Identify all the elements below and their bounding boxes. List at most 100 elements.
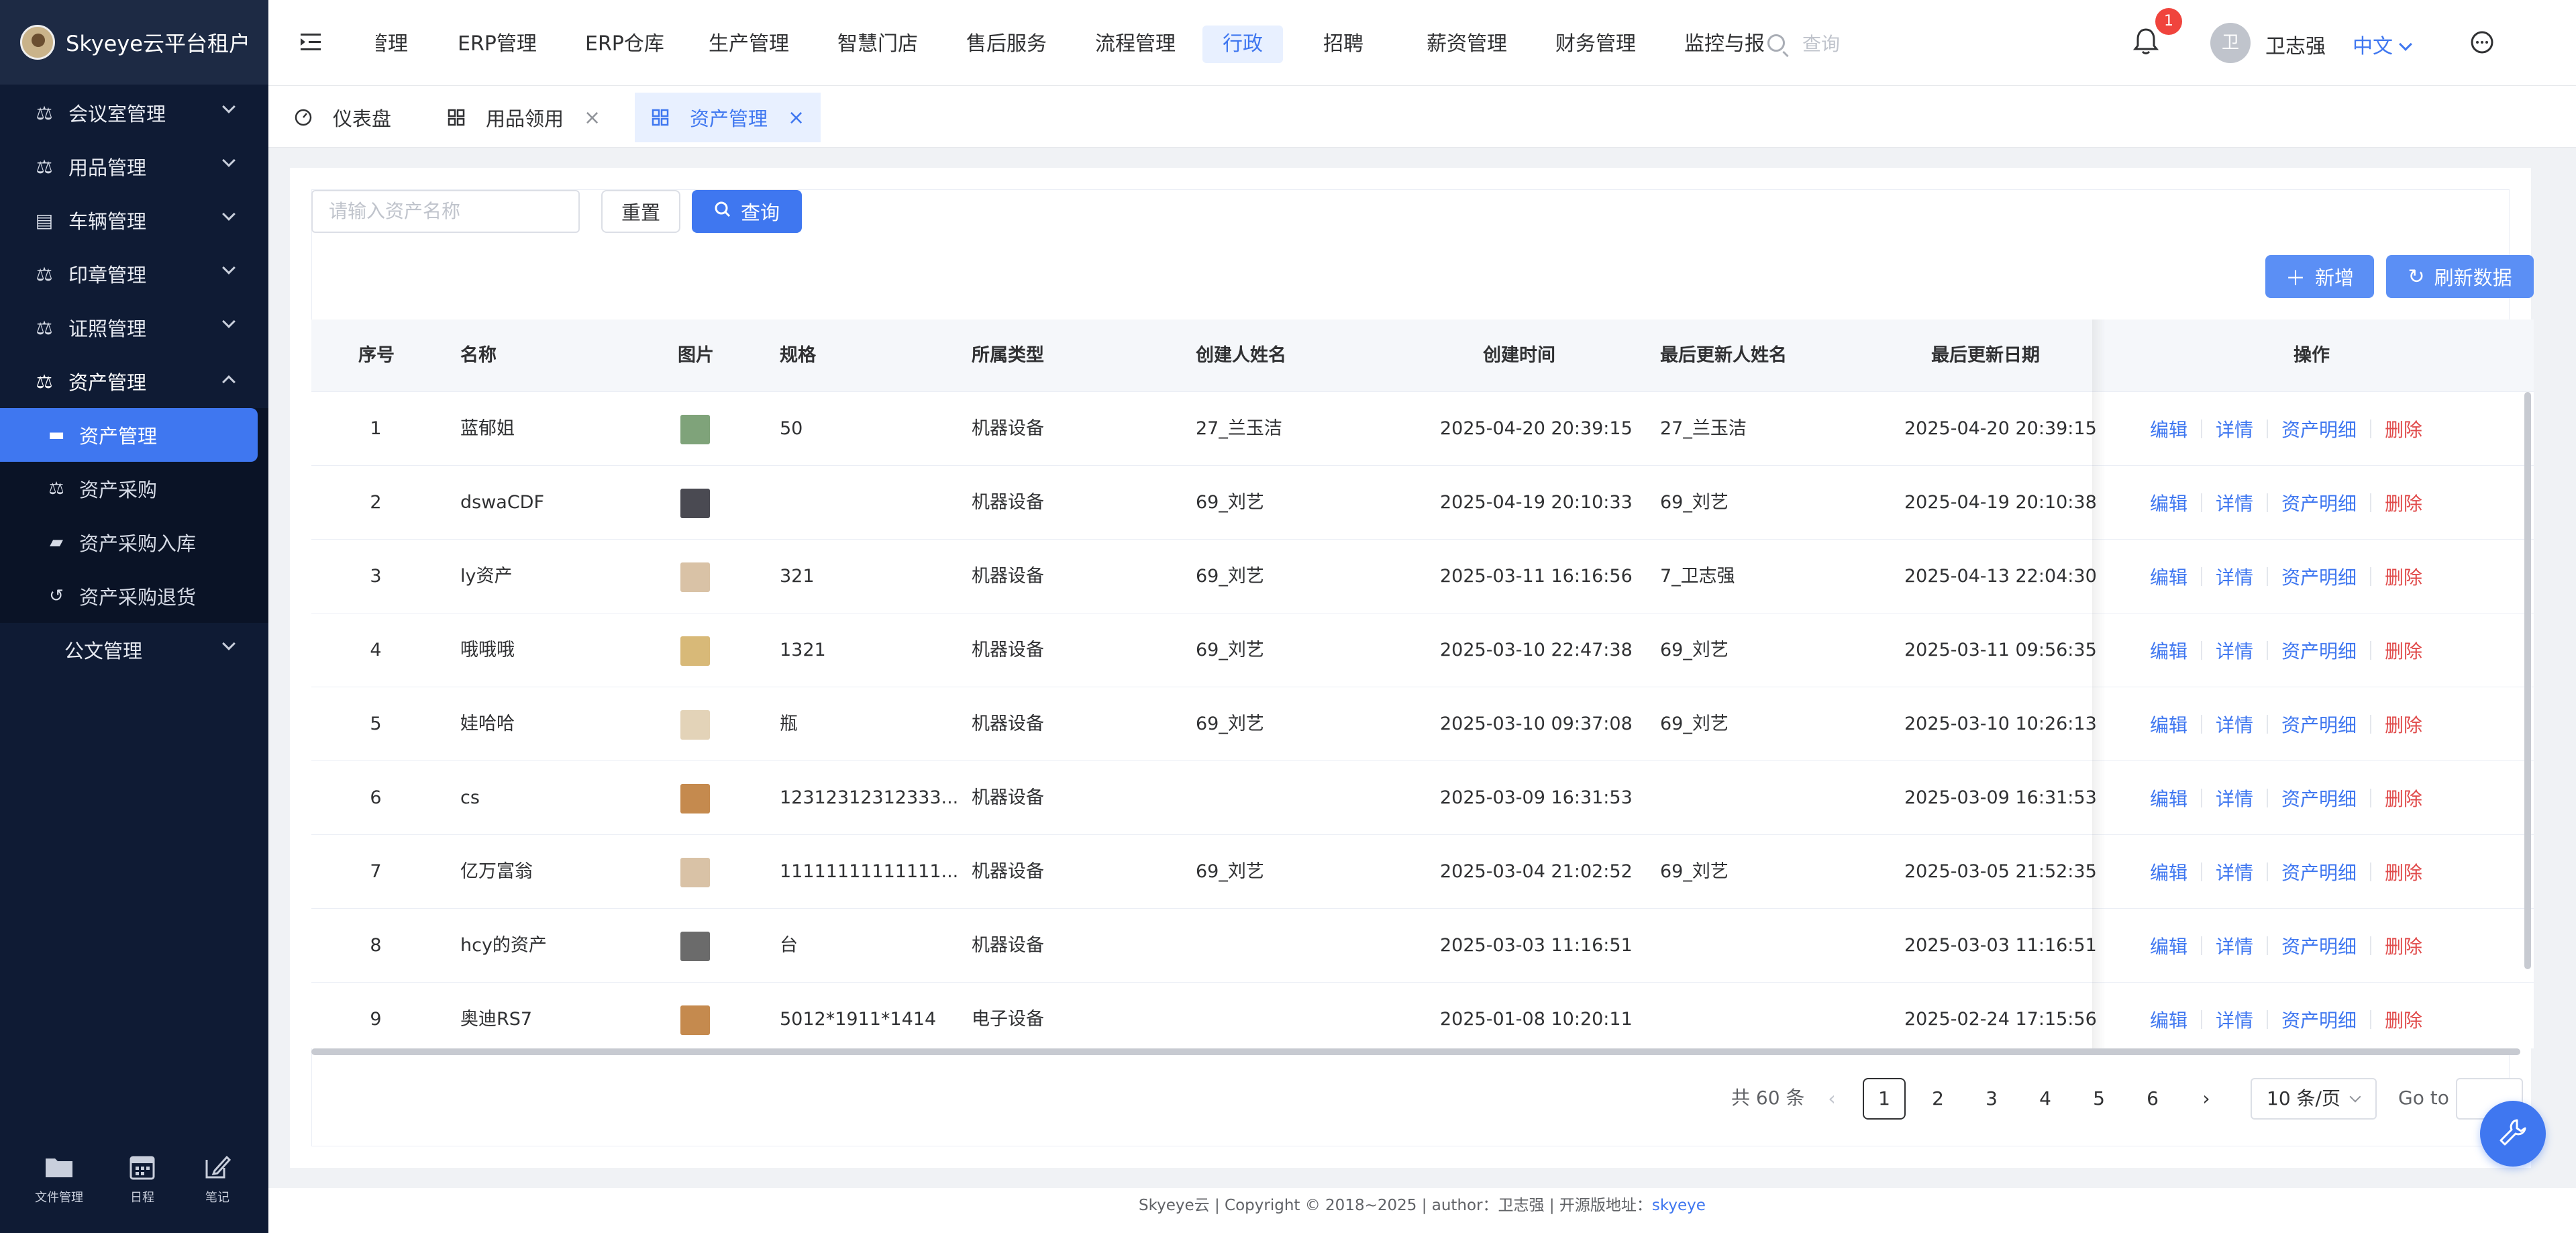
edit-link[interactable]: 编辑 [2136, 415, 2201, 442]
asset-ledger-link[interactable]: 资产明细 [2268, 785, 2370, 811]
asset-ledger-link[interactable]: 资产明细 [2268, 1006, 2370, 1033]
table-row[interactable]: 1 蓝郁姐 50 机器设备 27_兰玉洁 2025-04-20 20:39:15 27_兰玉… [311, 392, 2534, 466]
reset-button[interactable]: 重置 [601, 190, 680, 233]
tool-file-manager[interactable]: 文件管理 [35, 1153, 83, 1205]
sidebar-item-seals[interactable]: ⚖ 印章管理 [0, 247, 268, 301]
top-nav-item[interactable]: 财务管理 [1535, 26, 1656, 63]
delete-link[interactable]: 删除 [2371, 932, 2436, 959]
sidebar-item-documents[interactable]: 公文管理 [0, 623, 268, 677]
delete-link[interactable]: 删除 [2371, 415, 2436, 442]
next-page-icon[interactable]: › [2185, 1078, 2228, 1120]
detail-link[interactable]: 详情 [2202, 785, 2267, 811]
detail-link[interactable]: 详情 [2202, 563, 2267, 590]
vertical-scrollbar[interactable] [2524, 392, 2531, 969]
delete-link[interactable]: 删除 [2371, 489, 2436, 516]
page-button[interactable]: 5 [2077, 1078, 2120, 1120]
close-icon[interactable]: × [584, 106, 601, 130]
asset-thumbnail[interactable] [680, 784, 710, 813]
detail-link[interactable]: 详情 [2202, 489, 2267, 516]
page-size-select[interactable]: 10 条/页 [2251, 1078, 2377, 1120]
page-button[interactable]: 3 [1970, 1078, 2013, 1120]
delete-link[interactable]: 删除 [2371, 858, 2436, 885]
asset-thumbnail[interactable] [680, 858, 710, 887]
table-row[interactable]: 8 hcy的资产 台 机器设备 2025-03-03 11:16:51 2025-03-0… [311, 909, 2534, 983]
asset-ledger-link[interactable]: 资产明细 [2268, 711, 2370, 738]
asset-thumbnail[interactable] [680, 1005, 710, 1035]
avatar[interactable]: 卫 [2210, 23, 2251, 63]
top-nav-item[interactable]: 生产管理 [688, 26, 809, 63]
tool-calendar[interactable]: 日程 [126, 1153, 158, 1205]
top-search[interactable]: 查询 [1767, 30, 1840, 56]
asset-ledger-link[interactable]: 资产明细 [2268, 858, 2370, 885]
query-button[interactable]: 查询 [692, 190, 802, 233]
sidebar-subitem-asset-purchase-in[interactable]: ▰ 资产采购入库 [0, 515, 268, 569]
asset-thumbnail[interactable] [680, 636, 710, 666]
table-row[interactable]: 3 ly资产 321 机器设备 69_刘艺 2025-03-11 16:16:56 7_卫志… [311, 540, 2534, 613]
top-nav-item[interactable]: ERP管理 [437, 26, 557, 63]
top-nav-item[interactable]: ERP仓库 [565, 26, 684, 63]
asset-ledger-link[interactable]: 资产明细 [2268, 563, 2370, 590]
table-row[interactable]: 4 哦哦哦 1321 机器设备 69_刘艺 2025-03-10 22:47:38 69_刘… [311, 613, 2534, 687]
edit-link[interactable]: 编辑 [2136, 563, 2201, 590]
asset-thumbnail[interactable] [680, 415, 710, 444]
table-row[interactable]: 7 亿万富翁 11111111111111... 机器设备 69_刘艺 2025-03-0… [311, 835, 2534, 909]
sidebar-subitem-asset-purchase[interactable]: ⚖ 资产采购 [0, 462, 268, 515]
delete-link[interactable]: 删除 [2371, 711, 2436, 738]
app-logo[interactable]: Skyeye云平台租户 [0, 0, 268, 85]
asset-thumbnail[interactable] [680, 932, 710, 961]
detail-link[interactable]: 详情 [2202, 932, 2267, 959]
page-button[interactable]: 4 [2024, 1078, 2067, 1120]
detail-link[interactable]: 详情 [2202, 637, 2267, 664]
sidebar-item-licenses[interactable]: ⚖ 证照管理 [0, 301, 268, 354]
top-nav-item[interactable]: 流程管理 [1075, 26, 1196, 63]
top-nav-item-active[interactable]: 行政 [1202, 26, 1283, 63]
edit-link[interactable]: 编辑 [2136, 858, 2201, 885]
asset-name-search-input[interactable]: 请输入资产名称 [311, 190, 580, 233]
tab-dashboard[interactable]: 仪表盘 [278, 93, 407, 142]
chat-icon[interactable] [2469, 30, 2495, 55]
asset-ledger-link[interactable]: 资产明细 [2268, 415, 2370, 442]
asset-ledger-link[interactable]: 资产明细 [2268, 637, 2370, 664]
asset-ledger-link[interactable]: 资产明细 [2268, 932, 2370, 959]
user-name[interactable]: 卫志强 [2265, 30, 2326, 59]
edit-link[interactable]: 编辑 [2136, 637, 2201, 664]
horizontal-scrollbar[interactable] [311, 1048, 2520, 1055]
language-select[interactable]: 中文 [2353, 30, 2412, 59]
asset-thumbnail[interactable] [680, 710, 710, 740]
add-button[interactable]: ＋ 新增 [2265, 255, 2374, 298]
table-row[interactable]: 5 娃哈哈 瓶 机器设备 69_刘艺 2025-03-10 09:37:08 69_刘艺 20… [311, 687, 2534, 761]
footer-link[interactable]: skyeye [1652, 1197, 1706, 1214]
edit-link[interactable]: 编辑 [2136, 1006, 2201, 1033]
prev-page-icon[interactable]: ‹ [1810, 1078, 1853, 1120]
edit-link[interactable]: 编辑 [2136, 711, 2201, 738]
sidebar-item-supplies[interactable]: ⚖ 用品管理 [0, 140, 268, 193]
page-button[interactable]: 2 [1916, 1078, 1959, 1120]
asset-ledger-link[interactable]: 资产明细 [2268, 489, 2370, 516]
sidebar-subitem-asset-purchase-return[interactable]: ↺ 资产采购退货 [0, 569, 268, 623]
delete-link[interactable]: 删除 [2371, 785, 2436, 811]
delete-link[interactable]: 删除 [2371, 563, 2436, 590]
top-nav-item[interactable]: 薪资管理 [1406, 26, 1527, 63]
top-nav-item[interactable]: 监控与报 [1664, 26, 1782, 63]
delete-link[interactable]: 删除 [2371, 637, 2436, 664]
page-button[interactable]: 1 [1863, 1078, 1906, 1120]
tab-asset-management[interactable]: 资产管理 × [635, 93, 821, 142]
top-nav-item[interactable]: 售后服务 [946, 26, 1067, 63]
asset-thumbnail[interactable] [680, 562, 710, 592]
table-row[interactable]: 9 奥迪RS7 5012*1911*1414 电子设备 2025-01-08 10:20… [311, 983, 2534, 1048]
top-nav-item[interactable]: 智慧门店 [817, 26, 938, 63]
top-nav-item[interactable]: 管理 [376, 26, 428, 63]
sidebar-item-assets[interactable]: ⚖ 资产管理 [0, 354, 268, 408]
top-nav-item[interactable]: 招聘 [1303, 26, 1384, 63]
menu-fold-icon[interactable] [299, 31, 322, 54]
delete-link[interactable]: 删除 [2371, 1006, 2436, 1033]
edit-link[interactable]: 编辑 [2136, 489, 2201, 516]
table-row[interactable]: 6 cs 12312312312333... 机器设备 2025-03-09 16:31… [311, 761, 2534, 835]
bell-icon[interactable] [2132, 27, 2159, 56]
detail-link[interactable]: 详情 [2202, 415, 2267, 442]
refresh-button[interactable]: ↻ 刷新数据 [2386, 255, 2534, 298]
edit-link[interactable]: 编辑 [2136, 785, 2201, 811]
asset-thumbnail[interactable] [680, 489, 710, 518]
detail-link[interactable]: 详情 [2202, 858, 2267, 885]
sidebar-subitem-asset-management[interactable]: ▬ 资产管理 [0, 408, 258, 462]
